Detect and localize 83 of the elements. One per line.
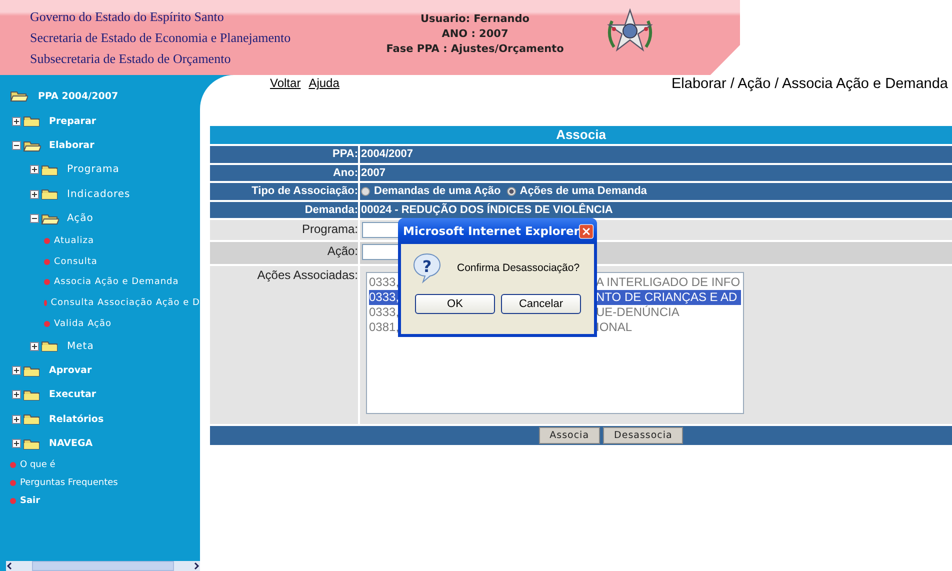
expand-icon[interactable] (12, 116, 21, 126)
expand-icon[interactable] (12, 414, 21, 424)
form-title: Associa (210, 126, 952, 144)
folder-icon (23, 413, 41, 426)
scroll-left-icon[interactable] (6, 562, 14, 570)
menu-link[interactable]: Atualiza (54, 236, 94, 246)
menu-link[interactable]: Consulta Associação Ação e D (50, 298, 200, 308)
bullet-icon (44, 320, 50, 327)
bullet-icon (44, 279, 50, 286)
form-button[interactable]: Associa (538, 427, 600, 444)
collapse-icon[interactable] (12, 141, 21, 150)
tree-item[interactable]: Indicadores (67, 188, 130, 200)
expand-icon[interactable] (30, 190, 39, 199)
bullet-icon (10, 498, 16, 504)
horizontal-scrollbar[interactable] (6, 561, 200, 571)
menu-link[interactable]: Valida Ação (54, 318, 112, 329)
tree-item[interactable]: Elaborar (49, 140, 94, 152)
menu-link[interactable]: Perguntas Frequentes (20, 478, 118, 488)
dialog-button[interactable]: Cancelar (501, 294, 581, 314)
radio-option[interactable]: Demandas de uma Ação (361, 183, 501, 200)
bullet-icon (44, 300, 47, 306)
radio-button[interactable] (361, 186, 370, 196)
field-label: Ano: (210, 164, 358, 181)
field-label: Ação: (210, 242, 358, 264)
bullet-icon (10, 462, 16, 468)
expand-icon[interactable] (30, 342, 39, 351)
tree-item[interactable]: Programa (67, 164, 120, 176)
nav-link[interactable]: Ajuda (308, 76, 340, 91)
field-value: 00024 - REDUÇÃO DOS ÍNDICES DE VIOLÊNCIA (360, 202, 952, 218)
tree-item[interactable]: Preparar (49, 116, 96, 127)
dialog-title: Microsoft Internet Explorer (403, 224, 580, 238)
agency-name: Governo do Estado do Espírito Santo (30, 8, 225, 26)
scroll-right-icon[interactable] (192, 562, 200, 570)
field-label: Programa: (210, 220, 358, 240)
menu-link[interactable]: Associa Ação e Demanda (54, 277, 179, 288)
folder-icon (23, 364, 41, 376)
folder-icon (23, 388, 41, 401)
folder-icon (41, 188, 59, 200)
tree-item[interactable]: Aprovar (49, 365, 92, 376)
tree-item[interactable]: NAVEGA (49, 438, 93, 450)
form-button[interactable]: Desassocia (603, 427, 684, 444)
field-label: Ações Associadas: (210, 266, 358, 424)
folder-icon (23, 438, 41, 450)
field-label: PPA: (210, 146, 358, 162)
open-folder-icon (23, 140, 41, 152)
expand-icon[interactable] (12, 439, 21, 448)
field-label: Demanda: (210, 202, 358, 218)
tree-item[interactable]: Ação (67, 213, 94, 224)
expand-icon[interactable] (30, 165, 39, 174)
field-label: Tipo de Associação: (210, 183, 358, 200)
expand-icon[interactable] (12, 390, 21, 400)
breadcrumb: Elaborar / Ação / Associa Ação e Demanda (672, 76, 949, 94)
user-info: Fase PPA : Ajustes/Orçamento (385, 42, 565, 57)
open-folder-icon (10, 90, 28, 102)
scroll-thumb[interactable] (32, 561, 174, 571)
bullet-icon (44, 238, 50, 244)
menu-link[interactable]: Sair (20, 496, 40, 506)
folder-icon (41, 164, 59, 176)
menu-link[interactable]: Consulta (54, 256, 98, 267)
menu-link[interactable]: O que é (20, 460, 56, 470)
collapse-icon[interactable] (30, 214, 39, 224)
folder-icon (41, 340, 59, 352)
dialog-message: Confirma Desassociação? (457, 262, 580, 274)
nav-link[interactable]: Voltar (270, 76, 301, 91)
tree-item[interactable]: Meta (67, 340, 94, 352)
user-info: ANO : 2007 (440, 27, 510, 42)
tree-root-label[interactable]: PPA 2004/2007 (38, 90, 118, 102)
field-value: 2007 (360, 164, 952, 181)
tree-item[interactable]: Relatórios (49, 414, 104, 425)
tree-item[interactable]: Executar (49, 389, 96, 400)
bullet-icon (44, 258, 50, 265)
question-icon: ? (411, 252, 443, 284)
open-folder-icon (41, 212, 59, 225)
field-value: 2004/2007 (360, 146, 952, 162)
user-info: Usuario: Fernando (420, 12, 530, 27)
dialog-button[interactable]: OK (415, 294, 495, 314)
radio-option[interactable]: Ações de uma Demanda (506, 183, 647, 200)
agency-name: Secretaria de Estado de Economia e Planejamento (30, 29, 292, 47)
expand-icon[interactable] (12, 366, 21, 375)
folder-icon (23, 115, 41, 128)
agency-name: Subsecretaria de Estado de Orçamento (30, 50, 232, 68)
bullet-icon (10, 480, 16, 486)
radio-button[interactable] (506, 186, 516, 196)
